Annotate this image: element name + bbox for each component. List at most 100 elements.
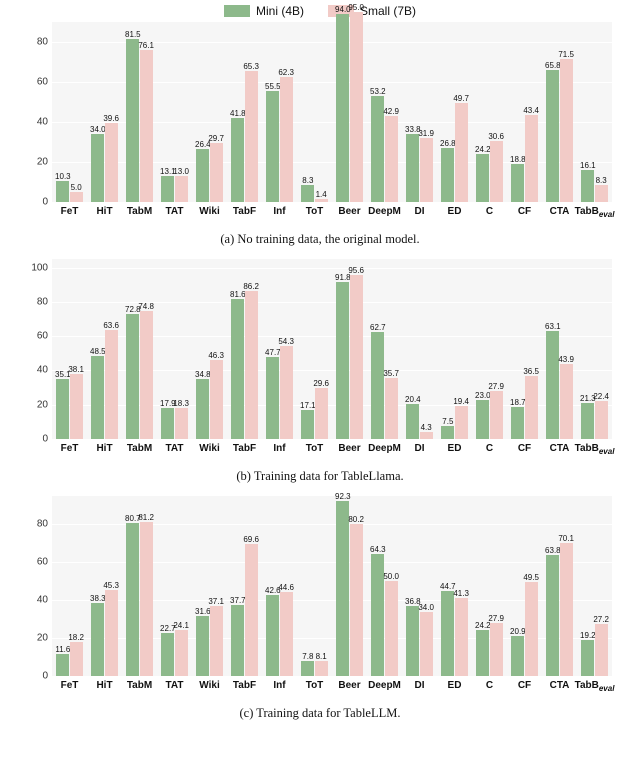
bar-value-label: 37.7 <box>230 596 246 605</box>
bar-value-label: 1.4 <box>316 190 327 199</box>
bars-layer: 10.334.081.513.126.441.855.58.394.053.23… <box>52 22 612 202</box>
x-axis: FeTHiTTabMTATWikiTabFInfToTBeerDeepMDIED… <box>52 439 612 469</box>
bar-small: 36.5 <box>525 376 538 439</box>
bar-small: 63.6 <box>105 330 118 439</box>
bar-small: 43.4 <box>525 115 538 202</box>
bar-small: 95.6 <box>350 275 363 439</box>
x-tick-label: ED <box>448 206 462 217</box>
bar-value-label: 20.9 <box>510 627 526 636</box>
bar-small: 41.3 <box>455 598 468 676</box>
bar-value-label: 8.3 <box>596 176 607 185</box>
bar-mini: 26.8 <box>441 148 454 202</box>
y-tick-label: 0 <box>42 671 52 682</box>
x-tick-label: TabM <box>127 206 152 217</box>
bar-value-label: 95.6 <box>348 266 364 275</box>
bar-small: 74.8 <box>140 311 153 439</box>
bar-value-label: 19.4 <box>453 397 469 406</box>
bar-value-label: 62.3 <box>278 68 294 77</box>
bar-value-label: 7.8 <box>302 652 313 661</box>
bar-small: 22.4 <box>595 401 608 439</box>
bar-mini: 31.6 <box>196 616 209 676</box>
chart-panel-a: 02040608010.334.081.513.126.441.855.58.3… <box>20 22 620 247</box>
x-tick-label: CF <box>518 443 531 454</box>
bar-value-label: 41.3 <box>453 589 469 598</box>
bar-mini: 7.8 <box>301 661 314 676</box>
bar-value-label: 34.8 <box>195 370 211 379</box>
bar-value-label: 80.2 <box>348 515 364 524</box>
bar-mini: 94.0 <box>336 14 349 202</box>
bar-value-label: 45.3 <box>103 581 119 590</box>
panels-host: 02040608010.334.081.513.126.441.855.58.3… <box>20 22 620 733</box>
bar-value-label: 8.1 <box>316 652 327 661</box>
y-tick-label: 100 <box>31 262 52 273</box>
bar-value-label: 41.8 <box>230 109 246 118</box>
y-tick-label: 40 <box>37 365 52 376</box>
bar-value-label: 18.2 <box>68 633 84 642</box>
x-tick-label: TabM <box>127 443 152 454</box>
bar-value-label: 92.3 <box>335 492 351 501</box>
plot-c: 02040608011.638.380.722.731.637.742.67.8… <box>52 496 612 676</box>
bar-small: 70.1 <box>560 543 573 676</box>
bar-small: 80.2 <box>350 524 363 676</box>
bar-mini: 21.3 <box>581 403 594 440</box>
bar-mini: 13.1 <box>161 176 174 202</box>
bars-layer: 35.148.572.817.934.881.647.717.191.862.7… <box>52 259 612 439</box>
x-tick-label: Beer <box>338 443 360 454</box>
bar-mini: 92.3 <box>336 501 349 676</box>
bar-value-label: 44.6 <box>278 583 294 592</box>
x-tick-label: Wiki <box>199 206 219 217</box>
bar-small: 30.6 <box>490 141 503 202</box>
x-tick-label: Beer <box>338 206 360 217</box>
bar-small: 54.3 <box>280 346 293 439</box>
bar-mini: 16.1 <box>581 170 594 202</box>
bar-value-label: 10.3 <box>55 172 71 181</box>
bar-mini: 48.5 <box>91 356 104 439</box>
bar-small: 24.1 <box>175 630 188 676</box>
bar-mini: 65.8 <box>546 70 559 202</box>
bar-mini: 17.1 <box>301 410 314 439</box>
bar-value-label: 29.6 <box>313 379 329 388</box>
bar-small: 86.2 <box>245 291 258 439</box>
bar-small: 5.0 <box>70 192 83 202</box>
legend-item-mini: Mini (4B) <box>224 4 304 18</box>
bar-small: 49.5 <box>525 582 538 676</box>
x-tick-label: TAT <box>166 206 184 217</box>
bar-value-label: 29.7 <box>208 134 224 143</box>
bar-small: 18.2 <box>70 642 83 676</box>
x-tick-label: CTA <box>550 680 570 691</box>
bar-small: 62.3 <box>280 77 293 202</box>
y-tick-label: 60 <box>37 77 52 88</box>
y-tick-label: 20 <box>37 633 52 644</box>
x-tick-label: HiT <box>96 680 112 691</box>
bar-mini: 22.7 <box>161 633 174 676</box>
bar-value-label: 53.2 <box>370 87 386 96</box>
bar-value-label: 27.9 <box>488 614 504 623</box>
bar-value-label: 81.5 <box>125 30 141 39</box>
y-tick-label: 40 <box>37 117 52 128</box>
bar-value-label: 65.8 <box>545 61 561 70</box>
bar-value-label: 81.6 <box>230 290 246 299</box>
bar-value-label: 7.5 <box>442 417 453 426</box>
bar-value-label: 27.9 <box>488 382 504 391</box>
bar-mini: 11.6 <box>56 654 69 676</box>
bar-value-label: 22.4 <box>593 392 609 401</box>
x-tick-label: TabF <box>233 680 256 691</box>
bar-value-label: 20.4 <box>405 395 421 404</box>
bar-small: 71.5 <box>560 59 573 202</box>
bar-value-label: 19.2 <box>580 631 596 640</box>
bar-value-label: 64.3 <box>370 545 386 554</box>
bar-mini: 24.2 <box>476 154 489 202</box>
bar-value-label: 36.5 <box>523 367 539 376</box>
bar-value-label: 11.6 <box>55 645 70 654</box>
bar-small: 31.9 <box>420 138 433 202</box>
legend-label-small: Small (7B) <box>360 4 416 18</box>
x-tick-label: TAT <box>166 443 184 454</box>
bar-value-label: 38.3 <box>90 594 106 603</box>
x-tick-label: TabBeval <box>575 206 615 219</box>
x-tick-label: Inf <box>273 443 285 454</box>
plot-b: 02040608010035.148.572.817.934.881.647.7… <box>52 259 612 439</box>
bar-small: 43.9 <box>560 364 573 439</box>
bar-small: 49.7 <box>455 103 468 202</box>
bar-small: 45.3 <box>105 590 118 676</box>
figure: Mini (4B) Small (7B) 02040608010.334.081… <box>0 0 640 733</box>
